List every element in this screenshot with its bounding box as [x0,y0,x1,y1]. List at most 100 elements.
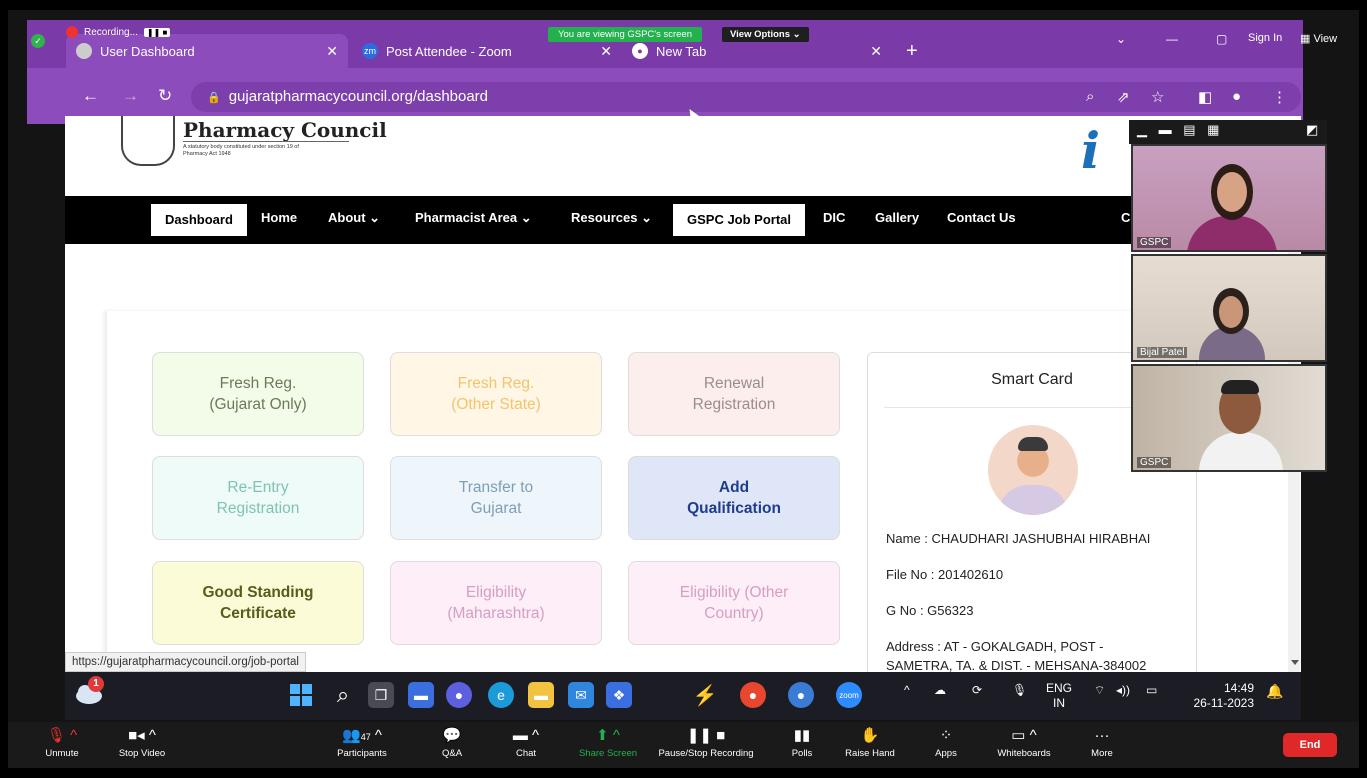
tile-line1: Fresh Reg. [457,375,535,392]
forward-icon[interactable]: → [122,86,139,106]
whiteboards-button[interactable]: ▭ ^ Whiteboards [984,724,1064,759]
share-screen-button[interactable]: ⬆ ^ Share Screen [568,724,648,759]
nav-more[interactable]: C [1121,210,1130,225]
bookmark-star-icon[interactable]: ☆ [1151,88,1164,106]
language-indicator[interactable]: ENG IN [1044,681,1074,711]
address-bar[interactable]: 🔒 gujaratpharmacycouncil.org/dashboard [191,82,1301,112]
view-options-button[interactable]: View Options ⌄ [722,27,809,42]
logo-subtitle: A statutory body constituted under secti… [183,144,299,157]
pause-recording-icon[interactable]: ❚❚ ■ [143,27,171,37]
menu-kebab-icon[interactable]: ⋮ [1272,88,1287,106]
participants-label: Participants [337,748,387,759]
maximize-icon[interactable]: ▢ [1216,32,1227,46]
stop-video-button[interactable]: ■◂ ^ Stop Video [102,724,182,759]
dropbox-icon[interactable]: ❖ [606,682,632,708]
search-icon[interactable]: ⌕ [330,682,356,708]
microphone-icon[interactable]: 🎙 [1012,683,1027,697]
logo-title: Pharmacy Council [183,118,387,142]
muted-microphone-icon: 🎙 ^ [46,727,78,744]
wifi-icon[interactable]: ⌔ [1094,683,1105,698]
nav-pharmacist-area[interactable]: Pharmacist Area ⌄ [415,210,532,226]
view-button[interactable]: ▦ View [1300,32,1337,45]
back-icon[interactable]: ← [82,86,99,106]
tile-line2: Certificate [220,605,296,622]
file-explorer-icon[interactable]: ▬ [528,682,554,708]
reload-icon[interactable]: ↻ [158,86,172,106]
more-icon: ··· [1094,727,1110,744]
service-tile[interactable]: Re-Entry Registration [152,456,364,540]
onedrive-icon[interactable]: ☁ [934,683,946,697]
service-tile-label: Renewal Registration [693,373,776,415]
tray-chevron-up-icon[interactable]: ^ [904,683,910,697]
sync-icon[interactable]: ⟳ [972,683,982,697]
nav-about[interactable]: About ⌄ [328,210,380,226]
nav-resources[interactable]: Resources ⌄ [571,210,652,226]
volume-icon[interactable]: ◂)) [1116,683,1130,697]
participant-name: GSPC [1137,237,1172,248]
close-icon[interactable]: ✕ [870,43,882,60]
app-icon[interactable]: ⚡ [692,682,718,708]
chrome-icon[interactable]: ● [740,682,766,708]
more-button[interactable]: ··· More [1062,724,1142,759]
service-tile[interactable]: Transfer to Gujarat [390,456,602,540]
participant-video[interactable]: GSPC [1131,364,1327,472]
tile-line2: Registration [216,500,300,517]
nav-contact-us[interactable]: Contact Us [947,210,1016,225]
chrome-profile-icon[interactable]: ● [788,682,814,708]
chevron-down-icon[interactable]: ⌄ [1116,32,1126,46]
zoom-app-icon[interactable]: zoom [836,682,862,708]
gallery-layout-icons[interactable]: ▁ ▬ ▤ ▦ [1137,122,1223,138]
web-icon [76,43,92,59]
chat-button[interactable]: ▬ ^ Chat [486,724,566,759]
nav-dic[interactable]: DIC [823,210,845,225]
qa-button[interactable]: 💬 Q&A [412,724,492,759]
scroll-down-arrow-icon[interactable] [1291,660,1299,665]
unmute-button[interactable]: 🎙 ^ Unmute [22,724,102,759]
service-tile[interactable]: Fresh Reg. (Gujarat Only) [152,352,364,436]
close-icon[interactable]: ✕ [600,43,612,60]
teams-chat-icon[interactable]: ● [446,682,472,708]
raise-hand-button[interactable]: ✋ Raise Hand [830,724,910,759]
mail-icon[interactable]: ✉ [568,682,594,708]
tile-line2: Registration [692,396,776,413]
new-tab-button[interactable]: + [896,34,926,68]
nav-home[interactable]: Home [261,210,297,225]
side-panel-icon[interactable]: ◧ [1198,88,1212,106]
share-icon[interactable]: ⇗ [1117,88,1130,106]
service-tile-label: Transfer to Gujarat [459,477,533,519]
nav-dashboard[interactable]: Dashboard [151,204,247,236]
service-tile[interactable]: Eligibility (Maharashtra) [390,561,602,645]
widgets-icon[interactable]: ▬ [408,682,434,708]
service-tile[interactable]: Fresh Reg. (Other State) [390,352,602,436]
battery-icon[interactable]: ▭ [1146,683,1157,697]
service-tile[interactable]: Add Qualification [628,456,840,540]
tile-line1: Re-Entry [227,479,289,496]
service-tile[interactable]: Good Standing Certificate [152,561,364,645]
participants-button[interactable]: 👥47 ^ Participants [322,724,402,759]
participant-name: Bijal Patel [1137,347,1188,358]
clock[interactable]: 14:49 26-11-2023 [1184,681,1255,711]
zoom-lens-icon[interactable]: ⌕ [1086,88,1094,105]
nav-gspc-job-portal[interactable]: GSPC Job Portal [673,204,806,236]
notification-bell-icon[interactable]: 🔔 [1266,683,1283,700]
url-text: gujaratpharmacycouncil.org/dashboard [228,88,489,105]
pause-stop-recording-button[interactable]: ❚❚ ■ Pause/Stop Recording [648,724,764,759]
stop-video-label: Stop Video [118,748,166,759]
end-meeting-button[interactable]: End [1283,733,1337,757]
edge-icon[interactable]: e [488,682,514,708]
windows-start-icon[interactable] [288,682,314,708]
tile-line2: (Gujarat Only) [209,396,307,413]
service-tile[interactable]: Eligibility (Other Country) [628,561,840,645]
apps-button[interactable]: ⁘ Apps [906,724,986,759]
nav-gallery[interactable]: Gallery [875,210,919,225]
tab-user-dashboard[interactable]: User Dashboard ✕ [66,34,348,68]
service-tile[interactable]: Renewal Registration [628,352,840,436]
participant-video[interactable]: GSPC [1131,144,1327,252]
minimize-icon[interactable]: — [1166,32,1178,46]
profile-icon[interactable]: ● [1232,88,1241,105]
participant-video[interactable]: Bijal Patel [1131,254,1327,362]
task-view-icon[interactable]: ❐ [368,682,394,708]
gallery-popout-icon[interactable]: ◩ [1306,122,1322,138]
close-icon[interactable]: ✕ [326,43,338,60]
sign-in-link[interactable]: Sign In [1248,32,1282,44]
